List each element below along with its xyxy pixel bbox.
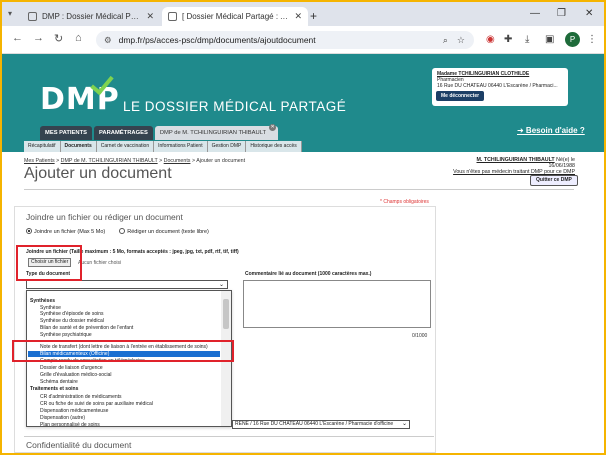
download-icon[interactable]: ⤓ xyxy=(525,34,529,45)
dropdown-option[interactable]: Synthèse d'épisode de soins xyxy=(40,311,230,317)
back-icon[interactable]: ← xyxy=(12,32,23,44)
page-favicon-icon xyxy=(28,12,37,21)
dropdown-option[interactable]: Synthèse du dossier médical xyxy=(40,318,230,324)
dropdown-option[interactable]: Bilan de santé et de prévention de l'enf… xyxy=(40,325,230,331)
subtab-historique[interactable]: Historique des accès xyxy=(246,141,302,152)
divider xyxy=(24,436,434,437)
dropdown-option[interactable]: Synthèse psychiatrique xyxy=(40,332,230,338)
subtab-vaccination[interactable]: Carnet de vaccination xyxy=(97,141,155,152)
restore-icon[interactable]: ❐ xyxy=(557,8,566,19)
browser-tab-dmp[interactable]: DMP : Dossier Médical Partagé ✕ xyxy=(22,7,160,26)
close-icon[interactable]: ✕ xyxy=(146,11,154,22)
subtab-infos-patient[interactable]: Informations Patient xyxy=(154,141,208,152)
page-content: DMP LE DOSSIER MÉDICAL PARTAGÉ Madame TC… xyxy=(2,54,604,453)
breadcrumb-mes-patients[interactable]: Mes Patients xyxy=(24,158,55,164)
dropdown-option[interactable]: Dispensation médicamenteuse xyxy=(40,408,230,414)
dropdown-option[interactable]: Grille d'évaluation médico-social xyxy=(40,372,230,378)
sub-nav: Récapitulatif Documents Carnet de vaccin… xyxy=(24,141,302,152)
reload-icon[interactable]: ↻ xyxy=(54,32,63,45)
radio-write-label: Rédiger un document (texte libre) xyxy=(127,229,209,235)
profile-avatar[interactable]: P xyxy=(565,32,580,47)
doc-type-select[interactable]: ⌄ xyxy=(26,280,228,289)
breadcrumb-documents[interactable]: Documents xyxy=(164,158,191,164)
patient-name[interactable]: M. TCHILINGUIRIAN THIBAULT xyxy=(477,157,555,163)
dropdown-option[interactable]: CR ou fiche de suivi de soins par auxili… xyxy=(40,401,230,407)
bookmark-star-icon[interactable]: ☆ xyxy=(457,35,465,46)
tab-parametrages[interactable]: PARAMÉTRAGES xyxy=(93,126,153,140)
minimize-icon[interactable]: — xyxy=(530,8,540,19)
mode-radios: Joindre un fichier (Max 5 Mo) Rédiger un… xyxy=(26,228,209,235)
dropdown-group-label: Synthèses xyxy=(30,298,56,304)
breadcrumb-current: > Ajouter un document xyxy=(191,158,246,164)
tab-patient-label: DMP de M. TCHILINGUIRIAN THIBAULT xyxy=(159,130,267,136)
dropdown-option[interactable]: CR d'administration de médicaments xyxy=(40,394,230,400)
dropdown-option[interactable]: Plan personnalisé de soins xyxy=(40,422,230,427)
logout-button[interactable]: Me déconnecter xyxy=(436,91,485,101)
tab-mes-patients[interactable]: MES PATIENTS xyxy=(40,126,92,140)
tab-title: [ Dossier Médical Partagé : Ajou xyxy=(182,12,291,21)
dmp-header: DMP LE DOSSIER MÉDICAL PARTAGÉ Madame TC… xyxy=(2,54,604,152)
forward-icon[interactable]: → xyxy=(33,32,44,44)
radio-checked-icon[interactable] xyxy=(26,228,32,234)
no-file-text: Aucun fichier choisi xyxy=(78,260,122,266)
comment-label: Commentaire lié au document (1000 caract… xyxy=(245,271,372,277)
divider xyxy=(24,189,574,190)
radio-unchecked-icon[interactable] xyxy=(119,228,126,234)
tab-title: DMP : Dossier Médical Partagé xyxy=(42,12,143,21)
side-panel-icon[interactable]: ▣ xyxy=(545,34,554,45)
extensions-icon[interactable]: ✚ xyxy=(504,34,512,45)
tab-patient-dmp[interactable]: DMP de M. TCHILINGUIRIAN THIBAULT ✕ xyxy=(154,124,279,140)
close-icon[interactable]: ✕ xyxy=(294,11,302,22)
section-title: Joindre un fichier ou rédiger un documen… xyxy=(26,212,183,222)
browser-tab-bar: ▾ DMP : Dossier Médical Partagé ✕ [ Doss… xyxy=(2,2,604,26)
pharmacy-select[interactable]: RÈNE / 16 Rue DU CHATEAU 06440 L'Escarèn… xyxy=(232,420,410,429)
required-note: * Champs obligatoires xyxy=(380,199,429,205)
site-settings-icon[interactable]: ⚙ xyxy=(104,35,112,46)
confidentiality-title: Confidentialité du document xyxy=(26,440,132,450)
user-address: 16 Rue DU CHATEAU 06440 L'Escarène / Pha… xyxy=(437,83,558,89)
extension-shield-icon[interactable]: ◉ xyxy=(486,34,495,45)
breadcrumb-dmp[interactable]: DMP de M. TCHILINGUIRIAN THIBAULT xyxy=(61,158,158,164)
radio-attach-label: Joindre un fichier (Max 5 Mo) xyxy=(34,229,106,235)
char-counter: 0/1000 xyxy=(412,333,428,339)
subtab-gestion-dmp[interactable]: Gestion DMP xyxy=(208,141,247,152)
zoom-icon[interactable]: ⌕ xyxy=(443,35,448,46)
dropdown-option[interactable]: Dossier de liaison d'urgence xyxy=(40,365,230,371)
browser-tab-ajout[interactable]: [ Dossier Médical Partagé : Ajou ✕ xyxy=(162,7,308,26)
close-icon[interactable]: ✕ xyxy=(269,124,277,131)
patient-info: M. TCHILINGUIRIAN THIBAULT Né(e) le 16/0… xyxy=(452,157,575,175)
home-icon[interactable]: ⌂ xyxy=(75,32,82,44)
tab-list-icon[interactable]: ▾ xyxy=(8,9,12,18)
pharmacy-select-value: RÈNE / 16 Rue DU CHATEAU 06440 L'Escarèn… xyxy=(235,421,394,427)
dropdown-option[interactable]: Dispensation (autre) xyxy=(40,415,230,421)
close-window-icon[interactable]: ✕ xyxy=(585,8,593,19)
dropdown-option[interactable]: Schéma dentaire xyxy=(40,379,230,385)
radio-attach-file[interactable]: Joindre un fichier (Max 5 Mo) xyxy=(26,228,105,235)
breadcrumb: Mes Patients > DMP de M. TCHILINGUIRIAN … xyxy=(24,158,245,164)
url-text: dmp.fr/ps/acces-psc/dmp/documents/ajoutd… xyxy=(118,35,316,45)
page-title: Ajouter un document xyxy=(24,165,172,182)
page-favicon-icon xyxy=(168,12,177,21)
dmp-logo[interactable]: DMP xyxy=(40,82,120,117)
help-link[interactable]: ➜ Besoin d'aide ? xyxy=(517,126,585,135)
browser-toolbar: ← → ↻ ⌂ ⚙ dmp.fr/ps/acces-psc/dmp/docume… xyxy=(2,26,604,54)
menu-icon[interactable]: ⋮ xyxy=(587,34,597,45)
highlight-box-file xyxy=(16,245,82,281)
address-bar[interactable]: ⚙ dmp.fr/ps/acces-psc/dmp/documents/ajou… xyxy=(96,31,474,49)
dropdown-option[interactable]: Synthèse xyxy=(40,305,230,311)
chevron-down-icon: ⌄ xyxy=(218,282,224,288)
scroll-thumb[interactable] xyxy=(223,299,229,329)
chevron-down-icon: ⌄ xyxy=(401,421,407,427)
main-nav: MES PATIENTS PARAMÉTRAGES DMP de M. TCHI… xyxy=(40,124,280,140)
radio-write-doc[interactable]: Rédiger un document (texte libre) xyxy=(119,228,209,235)
subtab-documents[interactable]: Documents xyxy=(61,141,97,152)
new-tab-button[interactable]: + xyxy=(310,9,317,23)
quit-dmp-button[interactable]: Quitter ce DMP xyxy=(530,175,578,186)
tagline: LE DOSSIER MÉDICAL PARTAGÉ xyxy=(123,99,347,114)
subtab-recap[interactable]: Récapitulatif xyxy=(24,141,61,152)
comment-textarea[interactable] xyxy=(243,280,431,328)
dropdown-group-label: Traitements et soins xyxy=(30,386,79,392)
highlight-box-option xyxy=(12,340,234,362)
